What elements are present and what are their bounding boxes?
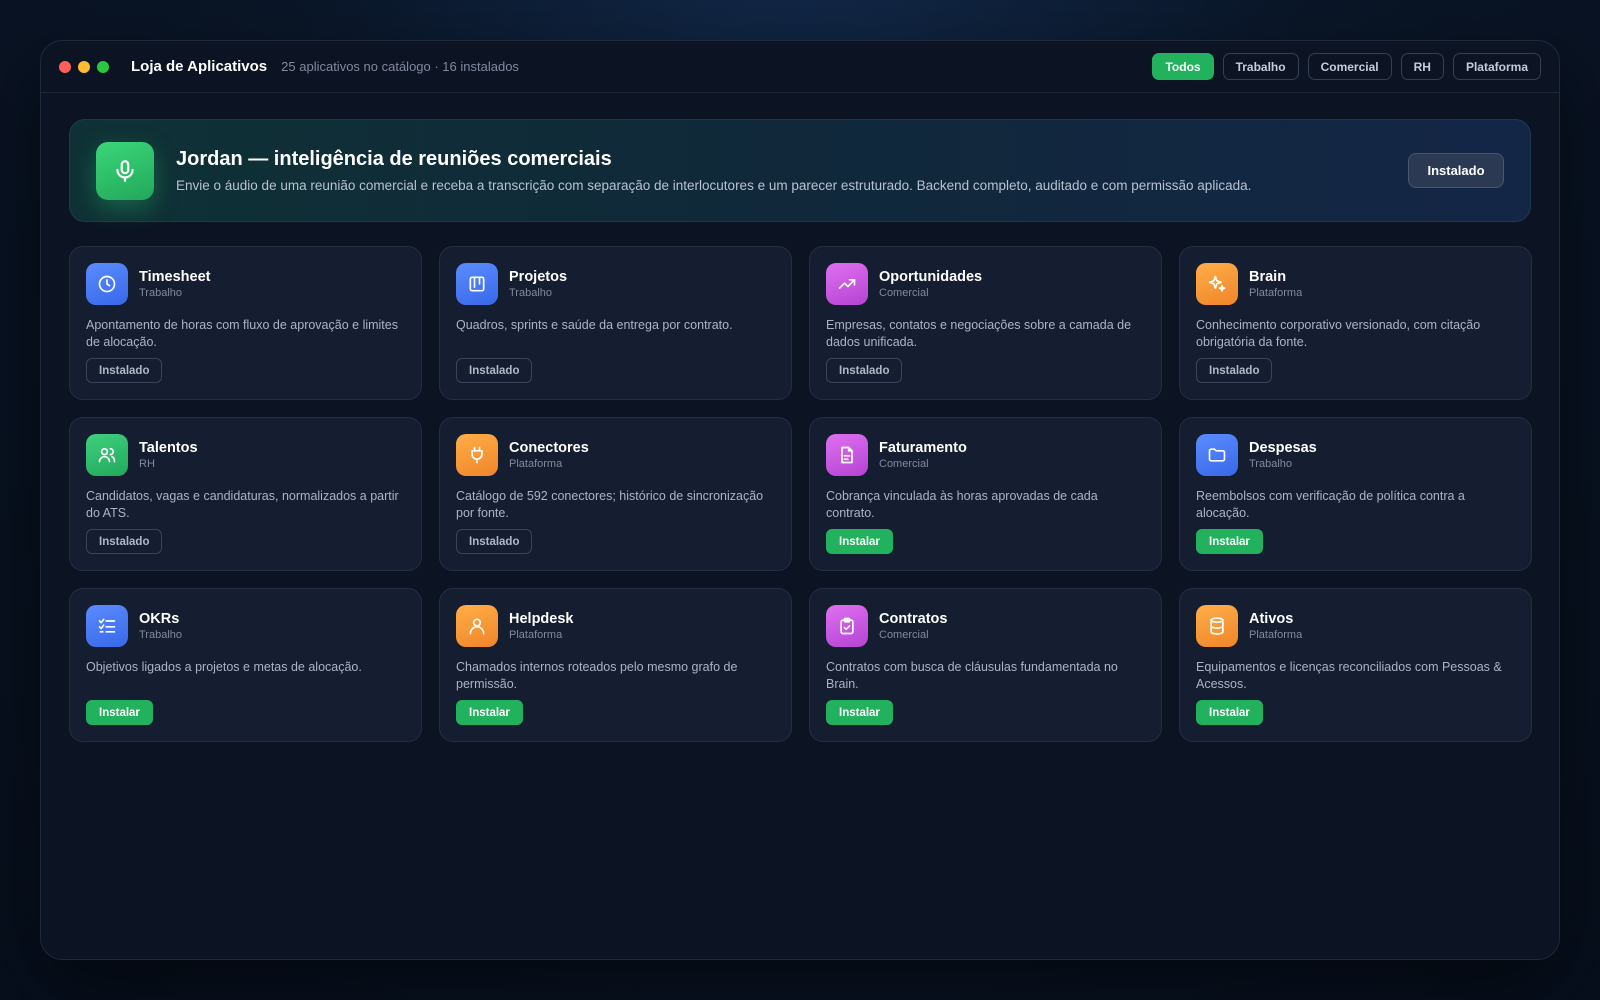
install-button[interactable]: Instalar — [456, 700, 523, 725]
app-card-timesheet[interactable]: Timesheet Trabalho Apontamento de horas … — [69, 246, 422, 400]
titlebar: Loja de Aplicativos 25 aplicativos no ca… — [41, 41, 1559, 93]
app-category: Comercial — [879, 628, 929, 641]
app-name: Faturamento — [879, 439, 967, 456]
microphone-icon — [96, 141, 154, 200]
installed-button[interactable]: Instalado — [1196, 358, 1273, 383]
app-store-window: Loja de Aplicativos 25 aplicativos no ca… — [40, 40, 1560, 960]
featured-app-banner[interactable]: Jordan — inteligência de reuniões comerc… — [69, 119, 1531, 222]
close-window-button[interactable] — [59, 60, 71, 73]
featured-app-text: Jordan — inteligência de reuniões comerc… — [176, 148, 1408, 193]
filter-todos[interactable]: Todos — [1152, 53, 1214, 80]
featured-app-title: Jordan — inteligência de reuniões comerc… — [176, 148, 612, 170]
app-title: Loja de Aplicativos — [131, 58, 268, 75]
app-grid: Timesheet Trabalho Apontamento de horas … — [69, 246, 1532, 742]
app-name: Oportunidades — [879, 268, 983, 285]
app-card-conectores[interactable]: Conectores Plataforma Catálogo de 592 co… — [439, 417, 792, 571]
featured-app-description: Envie o áudio de uma reunião comercial e… — [176, 178, 1252, 193]
app-card-despesas[interactable]: Despesas Trabalho Reembolsos com verific… — [1179, 417, 1532, 571]
installed-button[interactable]: Instalado — [456, 529, 533, 554]
app-card-projetos[interactable]: Projetos Trabalho Quadros, sprints e saú… — [439, 246, 792, 400]
app-description: Empresas, contatos e negociações sobre a… — [826, 318, 1132, 349]
filter-rh[interactable]: RH — [1400, 53, 1444, 80]
installed-button[interactable]: Instalado — [456, 358, 533, 383]
app-description: Cobrança vinculada às horas aprovadas de… — [826, 489, 1098, 520]
catalog-summary: 25 aplicativos no catálogo · 16 instalad… — [281, 59, 519, 74]
app-name: Ativos — [1249, 610, 1294, 627]
app-category: Plataforma — [509, 457, 563, 470]
app-description: Conhecimento corporativo versionado, com… — [1196, 318, 1481, 349]
app-description: Contratos com busca de cláusulas fundame… — [826, 660, 1118, 691]
app-name: Projetos — [509, 268, 568, 285]
app-description: Reembolsos com verificação de política c… — [1196, 489, 1465, 520]
plug-icon — [456, 434, 498, 476]
installed-button[interactable]: Instalado — [86, 358, 163, 383]
app-category: Trabalho — [139, 628, 183, 641]
app-description: Chamados internos roteados pelo mesmo gr… — [456, 660, 738, 691]
app-name: Timesheet — [139, 268, 211, 285]
app-category: Plataforma — [1249, 286, 1303, 299]
app-card-ativos[interactable]: Ativos Plataforma Equipamentos e licença… — [1179, 588, 1532, 742]
minimize-window-button[interactable] — [78, 60, 90, 73]
app-category: Comercial — [879, 457, 929, 470]
app-name: Talentos — [139, 439, 198, 456]
app-card-brain[interactable]: Brain Plataforma Conhecimento corporativ… — [1179, 246, 1532, 400]
kanban-icon — [456, 263, 498, 305]
main-content: Jordan — inteligência de reuniões comerc… — [41, 93, 1559, 742]
app-name: Helpdesk — [509, 610, 574, 627]
sparkles-icon — [1196, 263, 1238, 305]
filter-trabalho[interactable]: Trabalho — [1222, 53, 1299, 80]
clock-icon — [86, 263, 128, 305]
app-description: Objetivos ligados a projetos e metas de … — [86, 660, 362, 674]
app-category: RH — [139, 457, 155, 470]
app-card-helpdesk[interactable]: Helpdesk Plataforma Chamados internos ro… — [439, 588, 792, 742]
app-name: Despesas — [1249, 439, 1317, 456]
app-description: Catálogo de 592 conectores; histórico de… — [456, 489, 764, 520]
app-card-okrs[interactable]: OKRs Trabalho Objetivos ligados a projet… — [69, 588, 422, 742]
file-text-icon — [826, 434, 868, 476]
app-category: Comercial — [879, 286, 929, 299]
install-button[interactable]: Instalar — [826, 529, 893, 554]
install-button[interactable]: Instalar — [1196, 529, 1263, 554]
users-icon — [86, 434, 128, 476]
database-icon — [1196, 605, 1238, 647]
app-description: Equipamentos e licenças reconciliados co… — [1196, 660, 1502, 691]
app-card-talentos[interactable]: Talentos RH Candidatos, vagas e candidat… — [69, 417, 422, 571]
app-category: Plataforma — [1249, 628, 1303, 641]
install-button[interactable]: Instalar — [86, 700, 153, 725]
install-button[interactable]: Instalar — [1196, 700, 1263, 725]
app-card-faturamento[interactable]: Faturamento Comercial Cobrança vinculada… — [809, 417, 1162, 571]
clipboard-check-icon — [826, 605, 868, 647]
app-category: Plataforma — [509, 628, 563, 641]
folder-icon — [1196, 434, 1238, 476]
install-button[interactable]: Instalar — [826, 700, 893, 725]
featured-installed-button[interactable]: Instalado — [1408, 153, 1504, 188]
filter-comercial[interactable]: Comercial — [1307, 53, 1392, 80]
trending-up-icon — [826, 263, 868, 305]
user-icon — [456, 605, 498, 647]
app-category: Trabalho — [1249, 457, 1293, 470]
maximize-window-button[interactable] — [97, 60, 109, 73]
app-description: Quadros, sprints e saúde da entrega por … — [456, 318, 733, 332]
category-filters: Todos Trabalho Comercial RH Plataforma — [1152, 53, 1541, 80]
app-name: Contratos — [879, 610, 948, 627]
app-name: Brain — [1249, 268, 1287, 285]
installed-button[interactable]: Instalado — [826, 358, 903, 383]
app-name: OKRs — [139, 610, 180, 627]
app-category: Trabalho — [509, 286, 553, 299]
app-category: Trabalho — [139, 286, 183, 299]
installed-button[interactable]: Instalado — [86, 529, 163, 554]
app-description: Candidatos, vagas e candidaturas, normal… — [86, 489, 399, 520]
app-description: Apontamento de horas com fluxo de aprova… — [86, 318, 398, 349]
window-controls — [59, 60, 109, 73]
checklist-icon — [86, 605, 128, 647]
app-card-contratos[interactable]: Contratos Comercial Contratos com busca … — [809, 588, 1162, 742]
app-name: Conectores — [509, 439, 589, 456]
app-card-oportunidades[interactable]: Oportunidades Comercial Empresas, contat… — [809, 246, 1162, 400]
filter-plataforma[interactable]: Plataforma — [1452, 53, 1541, 80]
